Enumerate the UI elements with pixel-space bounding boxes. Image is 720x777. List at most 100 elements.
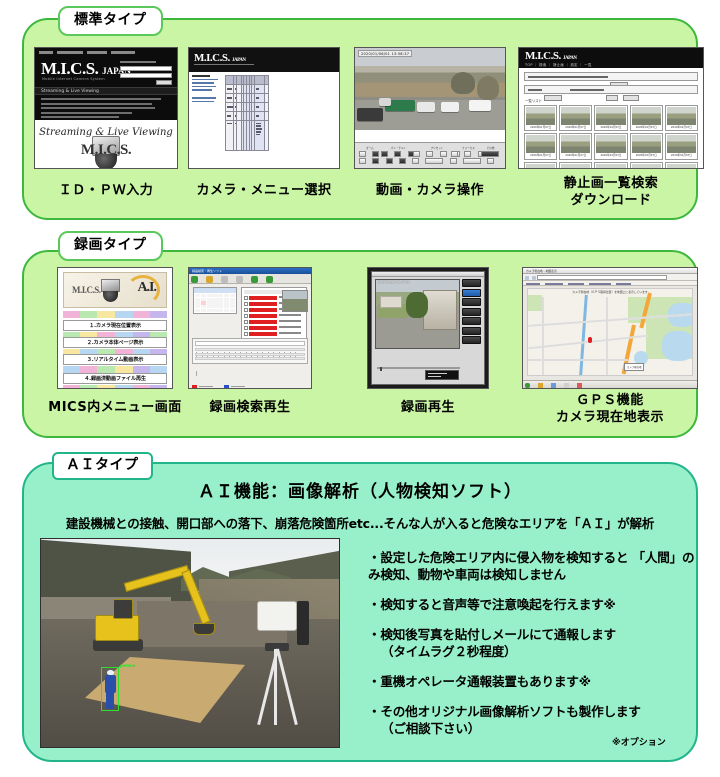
ai-menu-item-1[interactable]: １.カメラ現在位置表示	[63, 320, 167, 331]
gallery-select-clear-button[interactable]	[544, 95, 562, 101]
gallery-save-button[interactable]	[606, 95, 619, 101]
gallery-cell[interactable]: 2020年01月07日	[629, 133, 663, 160]
playback-seek-slider[interactable]	[377, 366, 460, 371]
gallery-cell[interactable]: 2020年01月07日	[594, 161, 628, 168]
secondary-button[interactable]	[359, 158, 366, 164]
row-checkbox[interactable]	[244, 326, 248, 330]
taskbar-icon[interactable]	[564, 382, 570, 388]
gallery-search-bar[interactable]	[524, 72, 698, 88]
camera-control-panel[interactable]: ズーム パン・チルト プリセット フォーカス その他	[355, 142, 505, 168]
gallery-cell[interactable]: 2020年01月07日	[524, 133, 558, 160]
login-form[interactable]	[120, 61, 172, 85]
timeline-lane[interactable]	[195, 348, 305, 351]
calendar-picker[interactable]	[193, 287, 237, 314]
gallery-cell[interactable]: 2020年01月07日	[559, 133, 593, 160]
login-submit-button[interactable]	[156, 80, 172, 85]
play-icon[interactable]	[191, 275, 198, 283]
focus-far-button[interactable]	[464, 151, 472, 157]
row-checkbox[interactable]	[244, 332, 248, 336]
table-row[interactable]	[225, 111, 269, 121]
playback-window[interactable]: 2019/08/28 15:44:06	[371, 271, 485, 385]
side-button[interactable]	[462, 317, 481, 325]
settings-icon[interactable]	[221, 275, 229, 283]
side-button-active[interactable]	[462, 288, 481, 297]
gallery-cell[interactable]: 2020年01月07日	[594, 105, 628, 132]
gallery-cell[interactable]: 2020年01月07日	[629, 105, 663, 132]
camera-table[interactable]	[225, 75, 269, 151]
pan-left-button[interactable]	[381, 151, 388, 157]
map-canvas[interactable]: カメラ現在地（ＧＰＳ取得位置）を地図上に表示しています カメラ現在地	[527, 288, 693, 376]
gallery-grid[interactable]: 2020年01月07日 2020年01月07日 2020年01月07日 2020…	[524, 105, 698, 168]
row-checkbox[interactable]	[244, 320, 248, 324]
gallery-menu[interactable]: TOP ｜ 検索 ｜ 静止画 ｜ 設定 ｜ 一覧	[525, 62, 592, 67]
side-button[interactable]	[462, 336, 481, 344]
map-balloon[interactable]: カメラ現在地	[624, 363, 645, 371]
preset-1-button[interactable]	[413, 151, 420, 157]
browser-bookmarks-bar[interactable]	[523, 281, 697, 286]
preset-3-button[interactable]	[439, 151, 447, 157]
gallery-cell[interactable]: 2020年01月07日	[664, 105, 698, 132]
thumb-recording-playback[interactable]: 2019/08/28 15:44:06	[367, 267, 489, 389]
secondary-button[interactable]	[449, 158, 457, 164]
url-input[interactable]	[537, 275, 667, 280]
playback-video-frame[interactable]: 2019/08/28 15:44:06	[375, 279, 460, 349]
login-id-input[interactable]	[120, 66, 172, 71]
start-icon[interactable]	[525, 382, 530, 388]
thumb-camera-menu-table[interactable]: M.I.C.S. JAPAN	[188, 47, 340, 169]
row-checkbox[interactable]	[244, 302, 248, 306]
table-row[interactable]	[225, 102, 269, 112]
secondary-wide-button[interactable]	[425, 158, 444, 164]
ai-menu-item-3[interactable]: ３.リアルタイム動画表示	[63, 354, 167, 365]
search-icon[interactable]	[251, 275, 259, 283]
map-pin-icon[interactable]	[588, 337, 592, 343]
side-button[interactable]	[462, 298, 481, 306]
gallery-delete-button[interactable]	[623, 95, 640, 101]
file-list-row[interactable]	[244, 313, 304, 318]
secondary-button[interactable]	[412, 158, 420, 164]
gallery-cell[interactable]: 2020年01月07日	[524, 105, 558, 132]
timeline-lane[interactable]	[195, 352, 305, 356]
ai-menu-item-2[interactable]: ２.カメラ本体ページ表示	[63, 337, 167, 348]
gallery-cell[interactable]: 2020年01月07日	[629, 161, 663, 168]
control-group-row2[interactable]	[359, 158, 505, 168]
table-row[interactable]	[225, 84, 269, 94]
thumb-mics-ai-menu[interactable]: A.I. M.I.C.S. １.カメラ現在位置表示 ２.カメラ本体ページ表示 ３…	[57, 267, 173, 389]
taskbar-icon[interactable]	[577, 382, 583, 388]
live-video-frame[interactable]: 2020/01/06/01 13:58:37	[355, 48, 505, 130]
thumb-gps-map[interactable]: カメラ現在地 - 地図表示 カメラ現在地（ＧＰＳ取得位置）を地図上に表示していま…	[522, 267, 698, 389]
zoom-in-button[interactable]	[359, 151, 366, 157]
ai-menu-item-4[interactable]: ４.録画済動画ファイル再生	[63, 373, 167, 384]
gallery-cell[interactable]: 2020年01月07日	[594, 133, 628, 160]
thumb-login-screen[interactable]: M.I.C.S. JAPAN Mobile Internet Camera Sy…	[34, 47, 178, 169]
refresh-icon[interactable]	[236, 275, 244, 283]
forward-icon[interactable]	[532, 275, 536, 280]
gallery-select-bar[interactable]	[524, 85, 698, 101]
back-icon[interactable]	[525, 275, 529, 280]
taskbar-icon[interactable]	[538, 382, 544, 388]
capture-button[interactable]	[481, 151, 499, 157]
thumb-still-image-gallery[interactable]: M.I.C.S. JAPAN TOP ｜ 検索 ｜ 静止画 ｜ 設定 ｜ 一覧 …	[518, 47, 704, 169]
timeline-lane[interactable]	[195, 357, 305, 360]
secondary-button[interactable]	[385, 158, 393, 164]
folder-icon[interactable]	[206, 275, 214, 283]
side-button[interactable]	[462, 279, 481, 287]
row-checkbox[interactable]	[244, 308, 248, 312]
gallery-cell[interactable]: 2020年01月07日	[559, 105, 593, 132]
preset-2-button[interactable]	[426, 151, 434, 157]
export-icon[interactable]	[266, 275, 274, 283]
taskbar[interactable]	[523, 380, 697, 388]
browser-address-bar[interactable]	[523, 274, 697, 281]
playback-side-buttons[interactable]	[462, 279, 481, 364]
secondary-wide-button[interactable]	[462, 158, 481, 164]
file-list-row[interactable]	[244, 331, 304, 336]
gallery-cell[interactable]: 2020年01月07日	[559, 161, 593, 168]
secondary-button[interactable]	[372, 158, 380, 164]
file-list-row[interactable]	[244, 319, 304, 324]
zoom-out-button[interactable]	[372, 151, 380, 157]
focus-near-button[interactable]	[451, 151, 458, 157]
secondary-button[interactable]	[487, 158, 495, 164]
secondary-button[interactable]	[398, 158, 406, 164]
file-list-row[interactable]	[244, 325, 304, 330]
taskbar-icon[interactable]	[551, 382, 557, 388]
thumb-recording-search-app[interactable]: 録画検索・再生ソフト	[188, 267, 312, 389]
